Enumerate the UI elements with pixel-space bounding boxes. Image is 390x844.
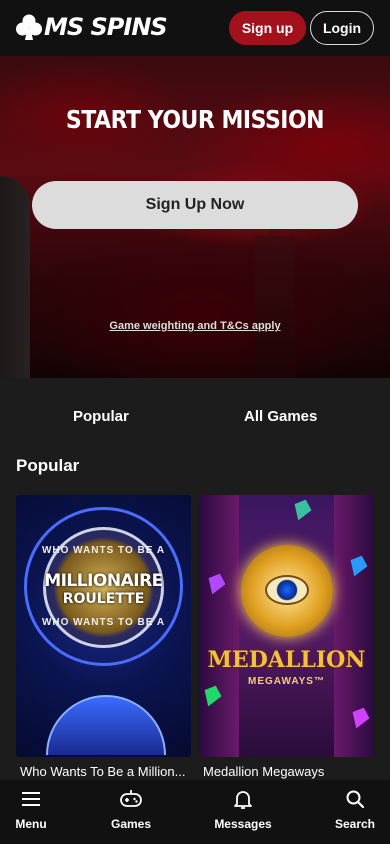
nav-messages[interactable]: Messages xyxy=(211,780,275,844)
art-subtitle-text: ROULETTE xyxy=(62,591,145,607)
brand-logo[interactable]: MS SPINS xyxy=(16,12,168,42)
top-header: MS SPINS Sign up Login xyxy=(0,0,390,56)
login-button[interactable]: Login xyxy=(310,11,374,45)
nav-label: Menu xyxy=(15,817,47,831)
bottom-navigation: Menu Games Messages Search xyxy=(0,780,390,844)
art-title-text: MILLIONAIRE xyxy=(44,571,163,591)
roulette-wheel-art xyxy=(46,695,166,755)
game-card-millionaire-roulette[interactable]: WHO WANTS TO BE A MILLIONAIRE ROULETTE W… xyxy=(16,495,191,785)
art-top-text: WHO WANTS TO BE A xyxy=(41,545,166,556)
hero-character-image xyxy=(0,176,30,378)
signup-button[interactable]: Sign up xyxy=(229,11,306,45)
club-suit-icon xyxy=(16,14,42,40)
art-bottom-text: WHO WANTS TO BE A xyxy=(41,617,166,628)
nav-games[interactable]: Games xyxy=(105,780,157,844)
game-thumbnail[interactable]: WHO WANTS TO BE A MILLIONAIRE ROULETTE W… xyxy=(16,495,191,757)
game-card-medallion-megaways[interactable]: MEDALLION MEGAWAYS™ Medallion Megaways xyxy=(199,495,374,785)
logo-text: MS SPINS xyxy=(44,13,168,41)
art-title-text: MEDALLION xyxy=(207,647,366,673)
hero-tower-image xyxy=(255,236,295,378)
menu-icon xyxy=(22,792,40,806)
bell-icon xyxy=(234,791,252,809)
game-category-tabs: Popular All Games xyxy=(0,378,390,454)
hero-title: START YOUR MISSION xyxy=(65,106,325,135)
art-subtitle-text: MEGAWAYS™ xyxy=(248,676,325,687)
nav-label: Messages xyxy=(214,817,272,831)
signup-now-button[interactable]: Sign Up Now xyxy=(32,181,358,229)
nav-label: Games xyxy=(110,817,152,831)
game-name[interactable]: Who Wants To Be a Million... xyxy=(20,764,185,779)
gamepad-icon xyxy=(120,790,142,807)
tab-popular[interactable]: Popular xyxy=(73,408,129,425)
search-icon xyxy=(346,790,365,809)
nav-menu[interactable]: Menu xyxy=(6,780,56,844)
gem-icon xyxy=(294,499,312,521)
hero-banner: START YOUR MISSION Sign Up Now Game weig… xyxy=(0,56,390,378)
curtain-left-art xyxy=(199,495,239,757)
nav-search[interactable]: Search xyxy=(330,780,380,844)
section-title-popular: Popular xyxy=(16,456,80,475)
nav-label: Search xyxy=(334,817,376,831)
game-name[interactable]: Medallion Megaways xyxy=(203,764,324,779)
game-thumbnail[interactable]: MEDALLION MEGAWAYS™ xyxy=(199,495,374,757)
tab-all-games[interactable]: All Games xyxy=(244,408,317,425)
eye-art xyxy=(265,575,309,605)
terms-link[interactable]: Game weighting and T&Cs apply xyxy=(0,320,390,332)
